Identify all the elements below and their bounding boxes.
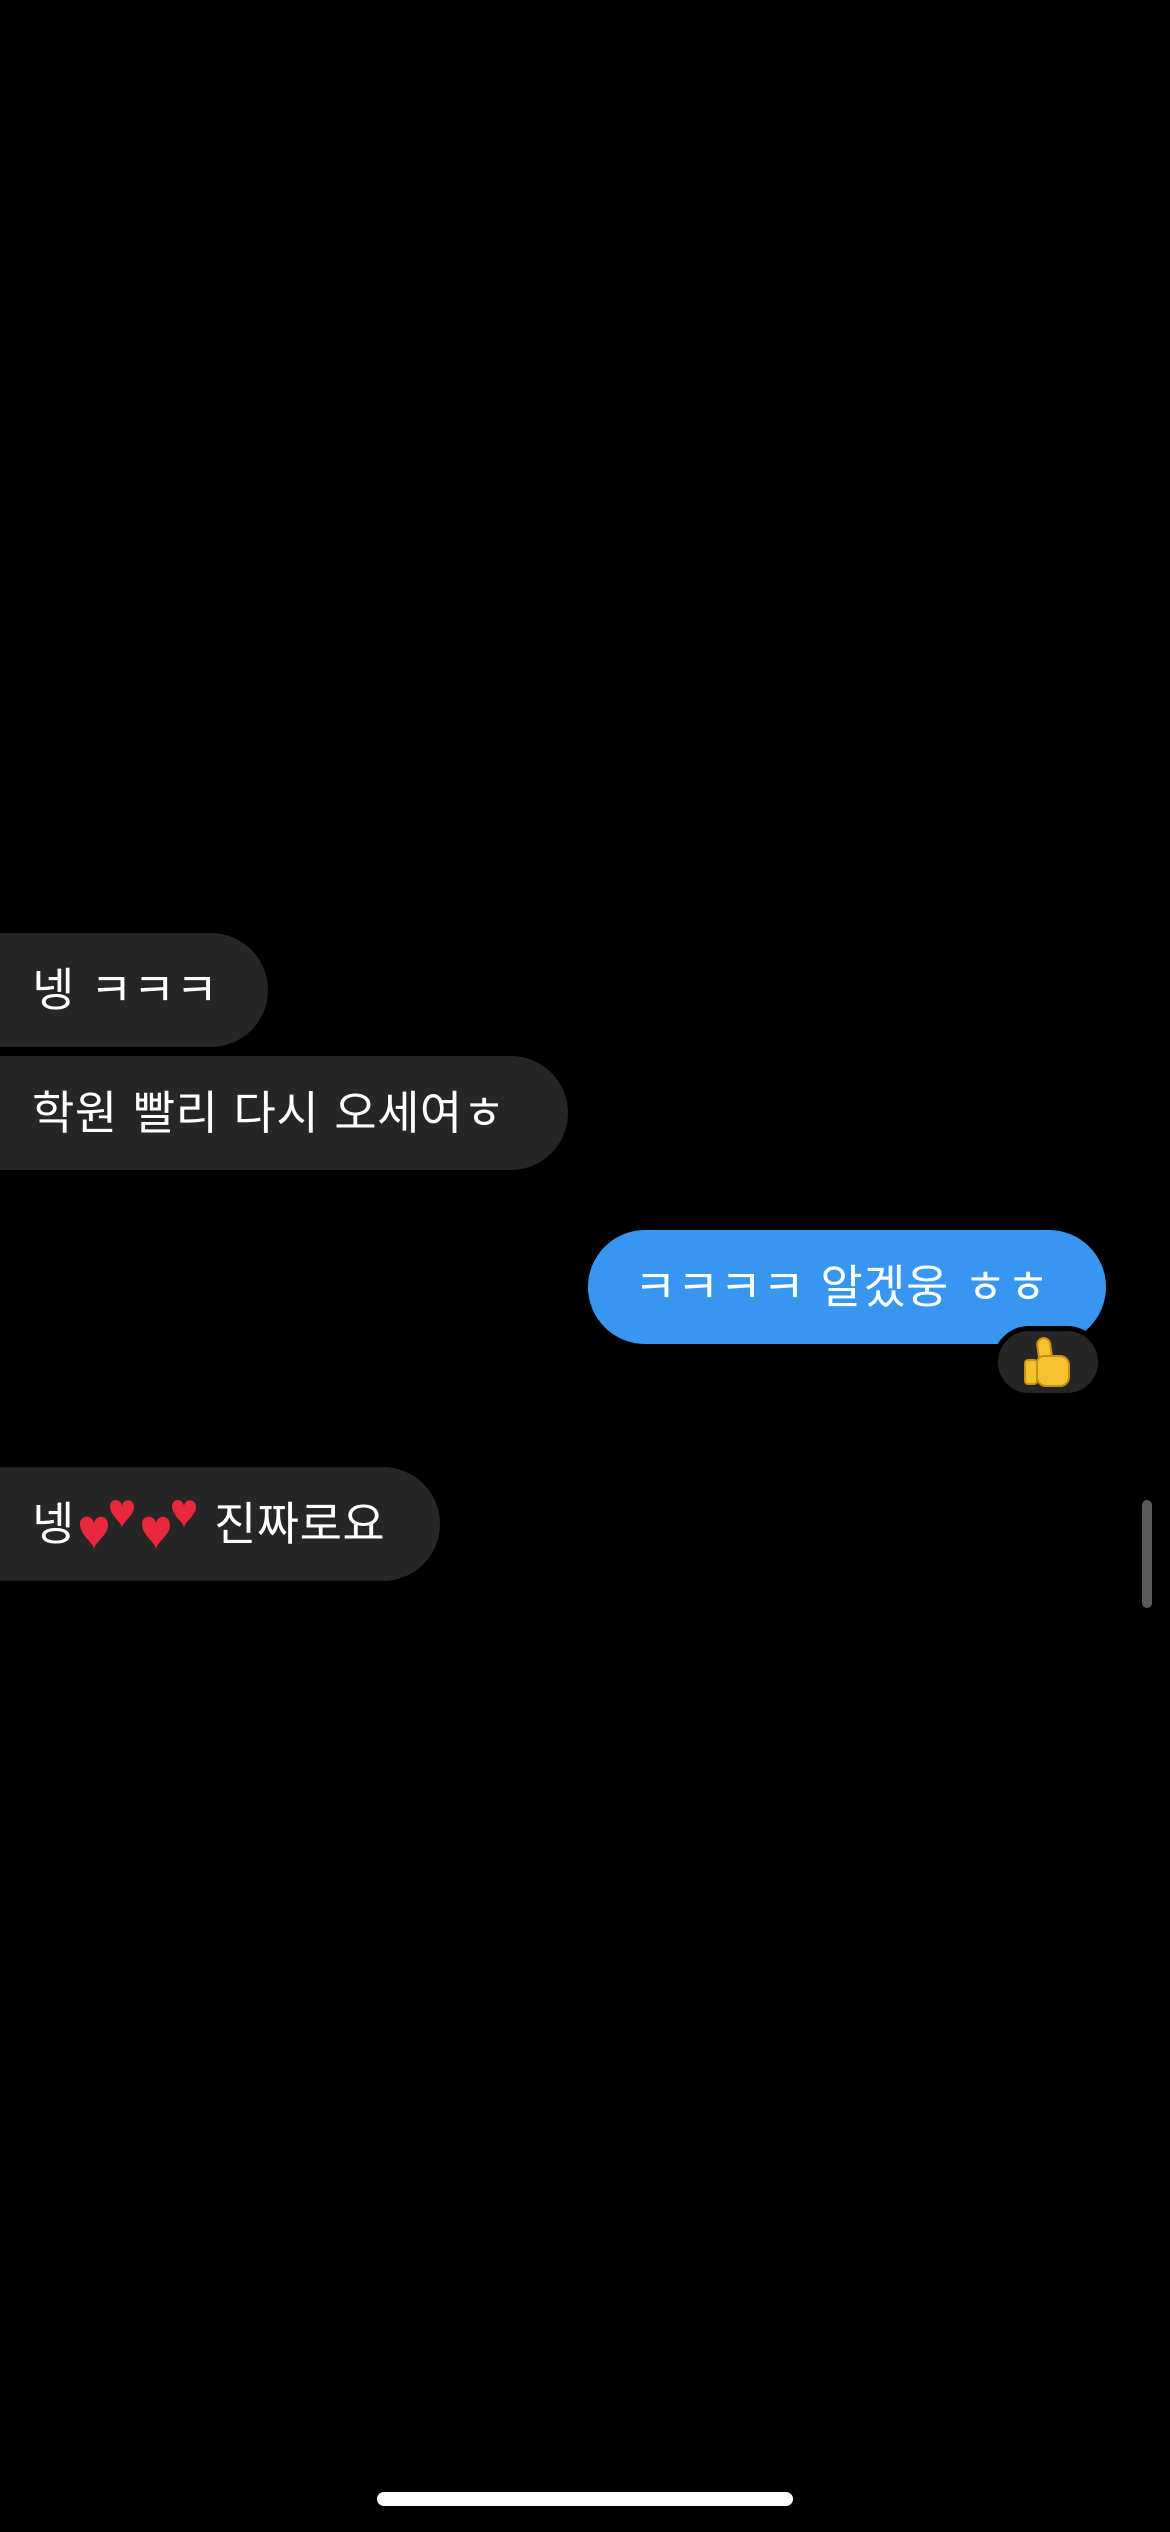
message-text: 학원 빨리 다시 오세여ㅎ: [32, 1086, 506, 1140]
message-thread[interactable]: 넹 ㅋㅋㅋ 학원 빨리 다시 오세여ㅎ ㅋㅋㅋㅋ 알겠웅 ㅎㅎ 넹 진짜로요: [0, 0, 1170, 2532]
home-indicator[interactable]: [377, 2492, 793, 2506]
incoming-message-bubble[interactable]: 넹 ㅋㅋㅋ: [0, 933, 268, 1047]
message-reaction[interactable]: [993, 1326, 1103, 1398]
message-text: 넹 ㅋㅋㅋ: [32, 963, 219, 1017]
incoming-message-bubble[interactable]: 학원 빨리 다시 오세여ㅎ: [0, 1056, 568, 1170]
two-hearts-icon: [76, 1494, 136, 1554]
message-text: ㅋㅋㅋㅋ 알겠웅 ㅎㅎ: [634, 1260, 1050, 1314]
scrollbar[interactable]: [1142, 1500, 1152, 1608]
message-text-end: 진짜로요: [198, 1497, 386, 1551]
two-hearts-icon: [138, 1494, 198, 1554]
thumbs-up-icon: [1022, 1335, 1074, 1389]
message-text-start: 넹: [32, 1497, 75, 1551]
incoming-message-bubble[interactable]: 넹 진짜로요: [0, 1467, 440, 1581]
